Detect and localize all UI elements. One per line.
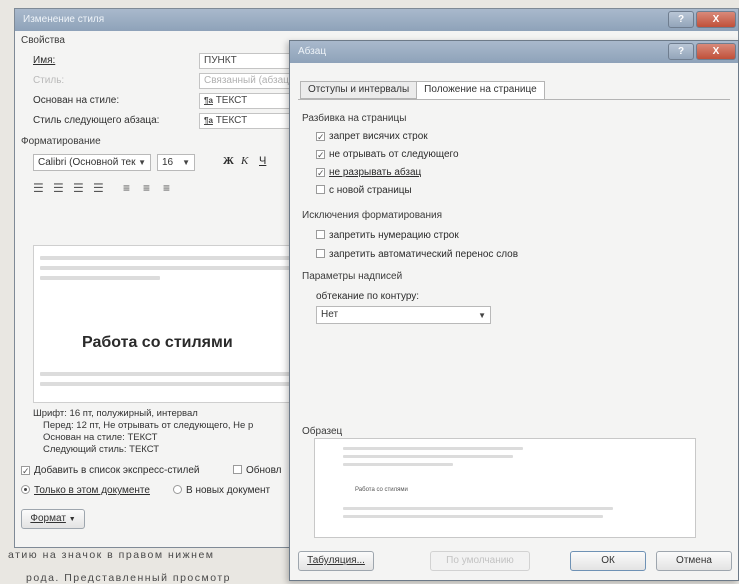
keep-with-next-checkbox[interactable]: ✓ не отрывать от следующего — [316, 149, 459, 160]
auto-update-checkbox[interactable]: Обновл — [233, 465, 282, 476]
underline-button[interactable]: Ч — [259, 155, 266, 167]
checkbox-box — [316, 185, 325, 194]
chevron-down-icon: ▼ — [182, 158, 190, 167]
preview-next-line — [40, 372, 295, 376]
checkmark-icon: ✓ — [21, 466, 30, 476]
style-type-select: Связанный (абзац — [199, 73, 299, 89]
paragraph-preview: Работа со стилями — [314, 438, 696, 538]
checkmark-icon: ✓ — [316, 168, 325, 178]
tabs-button[interactable]: Табуляция... — [298, 551, 374, 571]
radio-dot-icon — [173, 485, 182, 494]
formatting-header: Форматирование — [21, 136, 101, 147]
paragraph-style-icon: ¶a — [204, 96, 213, 105]
align-center-icon[interactable]: ☰ — [53, 181, 64, 195]
keep-lines-together-checkbox[interactable]: ✓ не разрывать абзац — [316, 167, 421, 178]
cancel-button[interactable]: Отмена — [656, 551, 732, 571]
help-button[interactable]: ? — [668, 43, 694, 60]
paragraph-dialog: Абзац ? X Отступы и интервалы Положение … — [289, 40, 739, 581]
checkbox-box — [316, 230, 325, 239]
preview-previous-line — [343, 463, 453, 466]
preview-sample-heading: Работа со стилями — [355, 487, 408, 493]
tight-wrap-label: обтекание по контуру: — [316, 291, 420, 302]
preview-previous-line — [40, 266, 290, 270]
italic-button[interactable]: К — [241, 155, 248, 167]
tab-line-page-breaks[interactable]: Положение на странице — [416, 81, 545, 100]
align-justify-icon[interactable]: ☰ — [93, 181, 104, 195]
font-size-select[interactable]: 16 ▼ — [157, 154, 195, 171]
help-button[interactable]: ? — [668, 11, 694, 28]
preview-previous-line — [40, 276, 160, 280]
based-on-label: Основан на стиле: — [33, 95, 120, 106]
line-spacing-half-icon[interactable]: ≡ — [143, 181, 150, 195]
align-left-icon[interactable]: ☰ — [33, 181, 44, 195]
name-label: Имя: — [33, 55, 56, 66]
set-default-button[interactable]: По умолчанию — [430, 551, 530, 571]
new-documents-radio[interactable]: В новых документ — [173, 485, 270, 496]
tab-indents-spacing[interactable]: Отступы и интервалы — [300, 81, 418, 99]
chevron-down-icon: ▼ — [138, 158, 146, 167]
formatting-exceptions-header: Исключения форматирования — [302, 210, 443, 221]
checkbox-box — [316, 249, 325, 258]
next-style-select[interactable]: ¶a ТЕКСТ — [199, 113, 299, 129]
line-spacing-double-icon[interactable]: ≡ — [163, 181, 170, 195]
tight-wrap-select[interactable]: Нет ▼ — [316, 306, 491, 324]
pagination-header: Разбивка на страницы — [302, 113, 407, 124]
style-preview: Работа со стилями — [33, 245, 303, 403]
only-this-document-radio[interactable]: Только в этом документе — [21, 485, 150, 496]
checkmark-icon: ✓ — [316, 150, 325, 160]
style-description: Шрифт: 16 пт, полужирный, интервал Перед… — [33, 408, 254, 455]
paragraph-style-icon: ¶a — [204, 116, 213, 125]
radio-dot-icon — [21, 485, 30, 494]
document-text-line: атию на значок в правом нижнем — [8, 549, 215, 561]
page-break-before-checkbox[interactable]: с новой страницы — [316, 185, 412, 196]
properties-header: Свойства — [21, 35, 65, 46]
widow-control-checkbox[interactable]: ✓ запрет висячих строк — [316, 131, 428, 142]
textbox-options-header: Параметры надписей — [302, 271, 403, 282]
preview-header: Образец — [302, 426, 343, 437]
next-style-label: Стиль следующего абзаца: — [33, 115, 160, 126]
add-quick-styles-checkbox[interactable]: ✓ Добавить в список экспресс-стилей — [21, 465, 200, 476]
checkmark-icon: ✓ — [316, 132, 325, 142]
chevron-down-icon: ▼ — [478, 311, 486, 320]
based-on-select[interactable]: ¶a ТЕКСТ — [199, 93, 299, 109]
close-button[interactable]: X — [696, 43, 736, 60]
font-select[interactable]: Calibri (Основной тек ▼ — [33, 154, 151, 171]
preview-previous-line — [343, 455, 513, 458]
name-input[interactable]: ПУНКТ — [199, 53, 299, 69]
bold-button[interactable]: Ж — [223, 155, 234, 167]
preview-previous-line — [40, 256, 295, 260]
style-type-label: Стиль: — [33, 75, 65, 86]
chevron-down-icon: ▼ — [68, 516, 76, 523]
preview-next-line — [40, 382, 290, 386]
modify-style-titlebar: Изменение стиля ? X — [15, 9, 738, 31]
ok-button[interactable]: ОК — [570, 551, 646, 571]
preview-heading: Работа со стилями — [82, 334, 233, 351]
line-spacing-single-icon[interactable]: ≡ — [123, 181, 130, 195]
format-button[interactable]: Формат ▼ — [21, 509, 85, 529]
checkbox-box — [233, 465, 242, 474]
preview-next-line — [343, 515, 603, 518]
document-text-line: рода. Представленный просмотр — [26, 572, 231, 584]
preview-next-line — [343, 507, 613, 510]
preview-previous-line — [343, 447, 523, 450]
close-button[interactable]: X — [696, 11, 736, 28]
modify-style-title: Изменение стиля — [23, 14, 105, 25]
paragraph-titlebar: Абзац ? X — [290, 41, 738, 63]
no-hyphenation-checkbox[interactable]: запретить автоматический перенос слов — [316, 249, 518, 260]
paragraph-tabs: Отступы и интервалы Положение на страниц… — [300, 81, 545, 100]
paragraph-title: Абзац — [298, 46, 327, 57]
suppress-line-numbers-checkbox[interactable]: запретить нумерацию строк — [316, 230, 459, 241]
align-right-icon[interactable]: ☰ — [73, 181, 84, 195]
